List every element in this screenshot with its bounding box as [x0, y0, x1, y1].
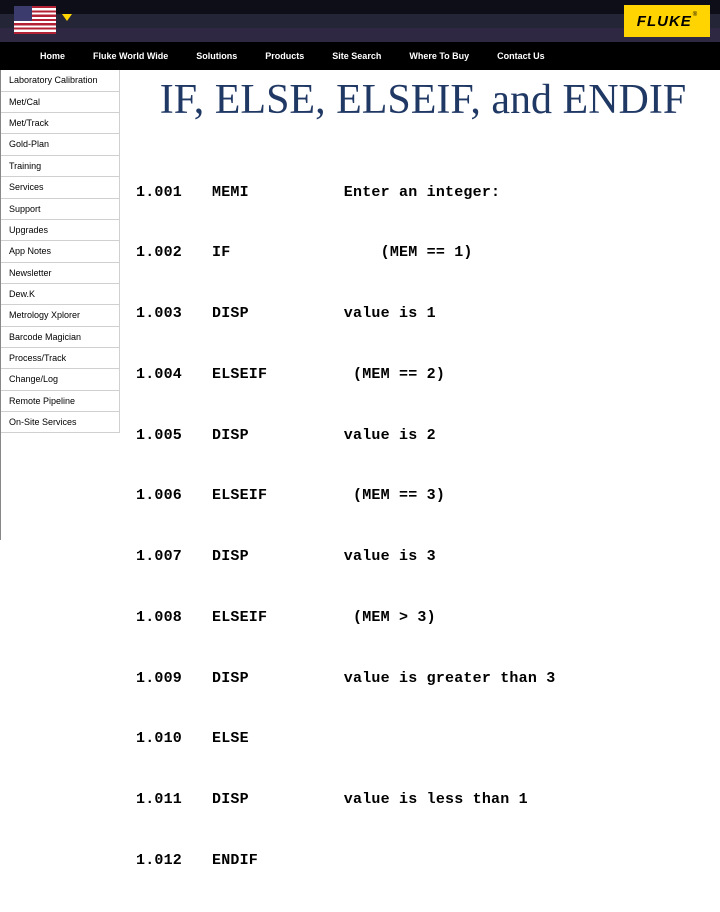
- line-opcode: ELSE: [212, 729, 307, 749]
- sidebar-item-dewk[interactable]: Dew.K: [1, 284, 120, 305]
- line-number: 1.008: [136, 608, 212, 628]
- sidebar-item-on-site-services[interactable]: On-Site Services: [1, 412, 120, 433]
- line-arg: value is 2: [307, 426, 710, 446]
- code-line: 1.002IF (MEM == 1): [136, 243, 710, 263]
- line-arg: (MEM == 2): [307, 365, 710, 385]
- nav-home[interactable]: Home: [26, 51, 79, 61]
- line-opcode: ELSEIF: [212, 365, 307, 385]
- left-sidebar: Laboratory Calibration Met/Cal Met/Track…: [0, 70, 120, 540]
- line-opcode: IF: [212, 243, 307, 263]
- line-arg: [307, 729, 710, 749]
- nav-products[interactable]: Products: [251, 51, 318, 61]
- primary-nav: Home Fluke World Wide Solutions Products…: [0, 42, 720, 70]
- code-listing: 1.001MEMI Enter an integer: 1.002IF (MEM…: [136, 142, 710, 912]
- line-arg: value is 1: [307, 304, 710, 324]
- us-flag-icon: [14, 6, 56, 34]
- nav-site-search[interactable]: Site Search: [318, 51, 395, 61]
- top-brand-bar: FLUKE®: [0, 0, 720, 42]
- sidebar-item-training[interactable]: Training: [1, 156, 120, 177]
- sidebar-item-services[interactable]: Services: [1, 177, 120, 198]
- sidebar-item-newsletter[interactable]: Newsletter: [1, 263, 120, 284]
- content-area: Laboratory Calibration Met/Cal Met/Track…: [0, 70, 720, 540]
- sidebar-item-remote-pipeline[interactable]: Remote Pipeline: [1, 391, 120, 412]
- code-line: 1.006ELSEIF (MEM == 3): [136, 486, 710, 506]
- line-number: 1.007: [136, 547, 212, 567]
- sidebar-item-barcode-magician[interactable]: Barcode Magician: [1, 327, 120, 348]
- line-arg: Enter an integer:: [307, 183, 710, 203]
- line-arg: value is less than 1: [307, 790, 710, 810]
- nav-solutions[interactable]: Solutions: [182, 51, 251, 61]
- code-line: 1.004ELSEIF (MEM == 2): [136, 365, 710, 385]
- line-number: 1.009: [136, 669, 212, 689]
- sidebar-item-metrology-xplorer[interactable]: Metrology Xplorer: [1, 305, 120, 326]
- line-arg: (MEM == 3): [307, 486, 710, 506]
- line-number: 1.001: [136, 183, 212, 203]
- code-line: 1.007DISP value is 3: [136, 547, 710, 567]
- line-arg: value is 3: [307, 547, 710, 567]
- code-line: 1.001MEMI Enter an integer:: [136, 183, 710, 203]
- nav-fluke-worldwide[interactable]: Fluke World Wide: [79, 51, 182, 61]
- line-opcode: DISP: [212, 790, 307, 810]
- line-opcode: ELSEIF: [212, 486, 307, 506]
- code-line: 1.003DISP value is 1: [136, 304, 710, 324]
- line-arg: value is greater than 3: [307, 669, 710, 689]
- line-arg: (MEM > 3): [307, 608, 710, 628]
- line-opcode: DISP: [212, 304, 307, 324]
- sidebar-item-laboratory-calibration[interactable]: Laboratory Calibration: [1, 70, 120, 92]
- nav-where-to-buy[interactable]: Where To Buy: [395, 51, 483, 61]
- line-number: 1.002: [136, 243, 212, 263]
- flag-dropdown-icon[interactable]: [62, 14, 72, 21]
- code-line: 1.005DISP value is 2: [136, 426, 710, 446]
- line-number: 1.003: [136, 304, 212, 324]
- fluke-logo[interactable]: FLUKE®: [624, 5, 710, 37]
- sidebar-item-app-notes[interactable]: App Notes: [1, 241, 120, 262]
- sidebar-item-upgrades[interactable]: Upgrades: [1, 220, 120, 241]
- line-number: 1.004: [136, 365, 212, 385]
- sidebar-item-gold-plan[interactable]: Gold-Plan: [1, 134, 120, 155]
- line-arg: (MEM == 1): [307, 243, 710, 263]
- line-opcode: MEMI: [212, 183, 307, 203]
- line-number: 1.005: [136, 426, 212, 446]
- line-number: 1.012: [136, 851, 212, 871]
- sidebar-item-metcal[interactable]: Met/Cal: [1, 92, 120, 113]
- line-number: 1.006: [136, 486, 212, 506]
- line-opcode: ENDIF: [212, 851, 307, 871]
- sidebar-item-support[interactable]: Support: [1, 199, 120, 220]
- line-opcode: DISP: [212, 669, 307, 689]
- nav-contact-us[interactable]: Contact Us: [483, 51, 559, 61]
- sidebar-item-mettrack[interactable]: Met/Track: [1, 113, 120, 134]
- line-opcode: DISP: [212, 426, 307, 446]
- line-number: 1.011: [136, 790, 212, 810]
- code-line: 1.008ELSEIF (MEM > 3): [136, 608, 710, 628]
- top-bar-bg: [0, 0, 720, 42]
- main-panel: IF, ELSE, ELSEIF, and ENDIF 1.001MEMI En…: [120, 70, 720, 540]
- sidebar-item-change-log[interactable]: Change/Log: [1, 369, 120, 390]
- code-line: 1.012ENDIF: [136, 851, 710, 871]
- line-opcode: DISP: [212, 547, 307, 567]
- line-arg: [307, 851, 710, 871]
- line-opcode: ELSEIF: [212, 608, 307, 628]
- registered-mark: ®: [693, 12, 698, 18]
- sidebar-item-process-track[interactable]: Process/Track: [1, 348, 120, 369]
- code-line: 1.009DISP value is greater than 3: [136, 669, 710, 689]
- code-line: 1.011DISP value is less than 1: [136, 790, 710, 810]
- fluke-logo-text: FLUKE: [637, 13, 692, 30]
- line-number: 1.010: [136, 729, 212, 749]
- page-title: IF, ELSE, ELSEIF, and ENDIF: [136, 78, 710, 122]
- code-line: 1.010ELSE: [136, 729, 710, 749]
